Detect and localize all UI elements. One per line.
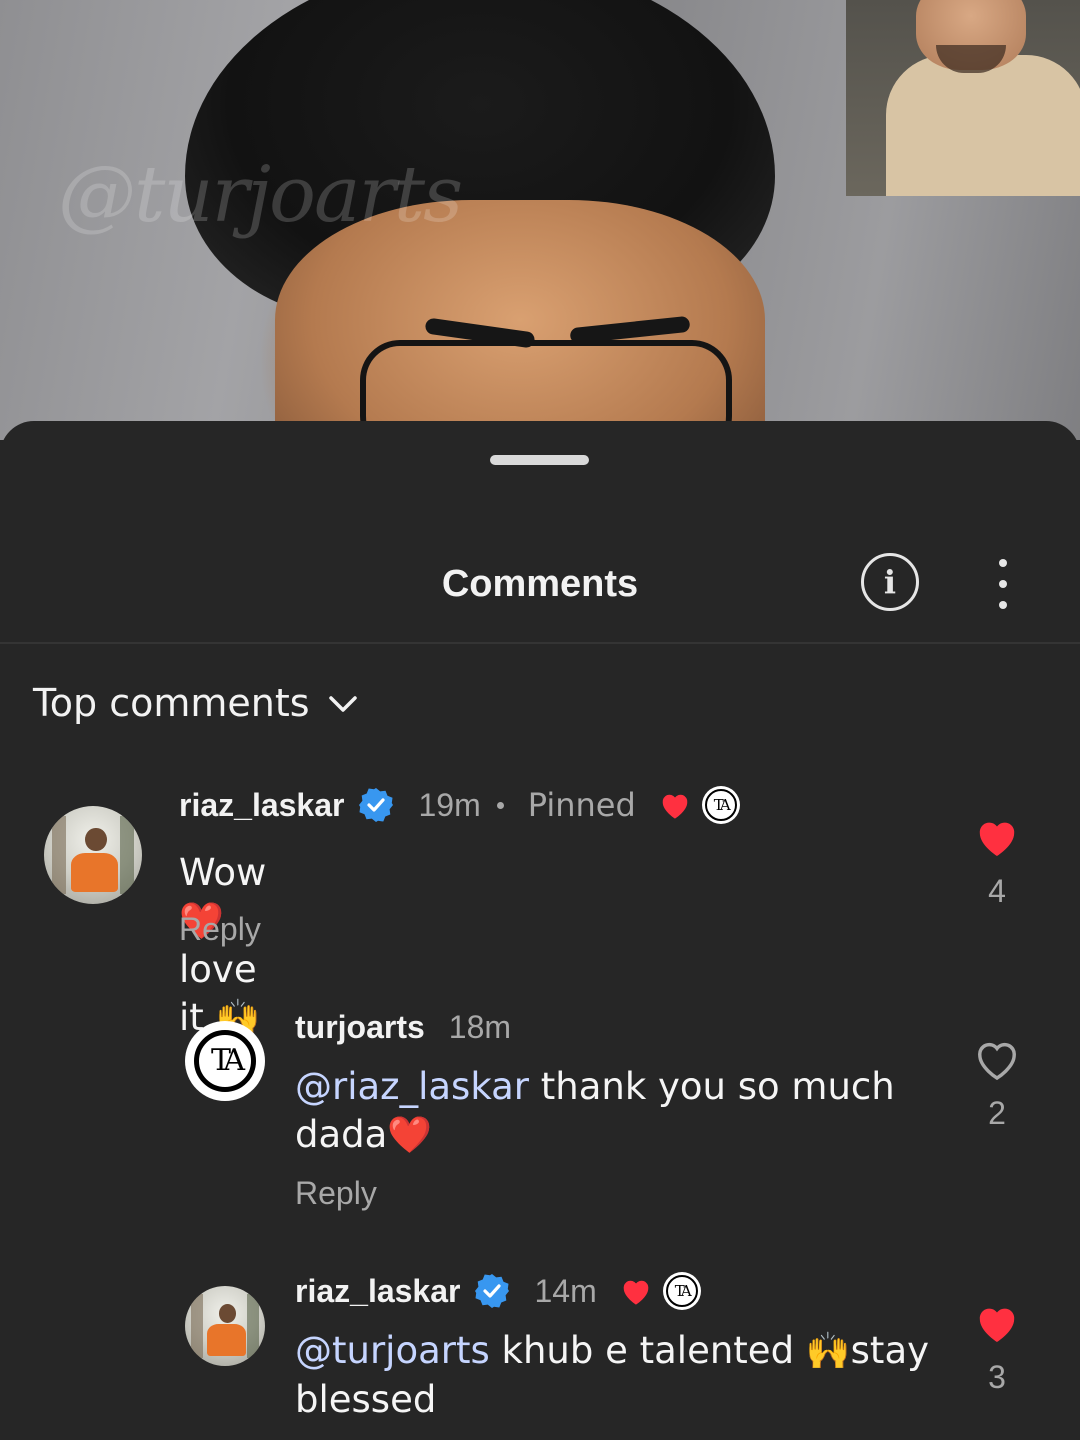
verified-badge-icon xyxy=(475,1274,510,1308)
creator-liked-heart-icon xyxy=(623,1280,649,1305)
sort-dropdown[interactable]: Top comments xyxy=(33,681,358,725)
info-icon[interactable]: i xyxy=(861,553,919,611)
mention-link[interactable]: @turjoarts xyxy=(295,1329,490,1372)
heart-filled-icon xyxy=(979,1308,1015,1343)
heart-outline-icon xyxy=(978,1042,1016,1081)
comment-username[interactable]: riaz_laskar xyxy=(179,787,344,824)
comment-text: @turjoarts khub e talented 🙌stay blessed xyxy=(295,1329,930,1421)
like-count: 3 xyxy=(988,1359,1006,1395)
like-button[interactable]: 4 xyxy=(967,816,1027,910)
creator-liked-heart-icon xyxy=(662,794,688,819)
sort-label: Top comments xyxy=(33,681,310,725)
creator-avatar-badge: TA xyxy=(701,786,740,824)
chevron-down-icon xyxy=(328,696,357,712)
comment-time: 19m xyxy=(418,786,481,823)
comment-time: 18m xyxy=(448,1008,512,1045)
separator-dot xyxy=(496,801,504,809)
comment-meta: riaz_laskar 14m TA xyxy=(295,1269,701,1313)
header-divider xyxy=(0,642,1080,644)
reply-button[interactable]: Reply xyxy=(295,1175,377,1212)
comment-meta: riaz_laskar 19m Pinned TA xyxy=(179,783,740,827)
avatar[interactable]: TA xyxy=(185,1021,265,1101)
comment-username[interactable]: turjoarts xyxy=(295,1009,425,1046)
mention-link[interactable]: @riaz_laskar xyxy=(295,1065,529,1108)
comments-sheet: Comments i Top comments riaz_laskar 19m … xyxy=(0,421,1080,1440)
avatar[interactable] xyxy=(185,1286,265,1366)
drag-handle[interactable] xyxy=(490,455,589,465)
like-count: 2 xyxy=(988,1095,1006,1131)
avatar[interactable] xyxy=(44,806,142,904)
pinned-label: Pinned xyxy=(527,786,636,824)
comment-meta: turjoarts 18m xyxy=(295,1005,511,1049)
comment-username[interactable]: riaz_laskar xyxy=(295,1273,460,1310)
comment-text: @riaz_laskar thank you so much dada❤️ xyxy=(295,1065,895,1156)
verified-badge-icon xyxy=(359,788,394,822)
picture-in-picture-camera[interactable] xyxy=(846,0,1080,196)
more-options-icon[interactable] xyxy=(983,559,1023,609)
creator-avatar-badge: TA xyxy=(662,1272,701,1310)
reply-button[interactable]: Reply xyxy=(179,911,261,948)
video-frame[interactable]: @turjoarts xyxy=(0,0,1080,440)
like-button[interactable]: 3 xyxy=(967,1302,1027,1396)
like-count: 4 xyxy=(988,873,1006,909)
pip-shirt xyxy=(886,55,1080,196)
comment-time: 14m xyxy=(534,1272,597,1309)
like-button[interactable]: 2 xyxy=(967,1038,1027,1132)
video-watermark: @turjoarts xyxy=(58,150,463,240)
heart-filled-icon xyxy=(979,822,1015,857)
